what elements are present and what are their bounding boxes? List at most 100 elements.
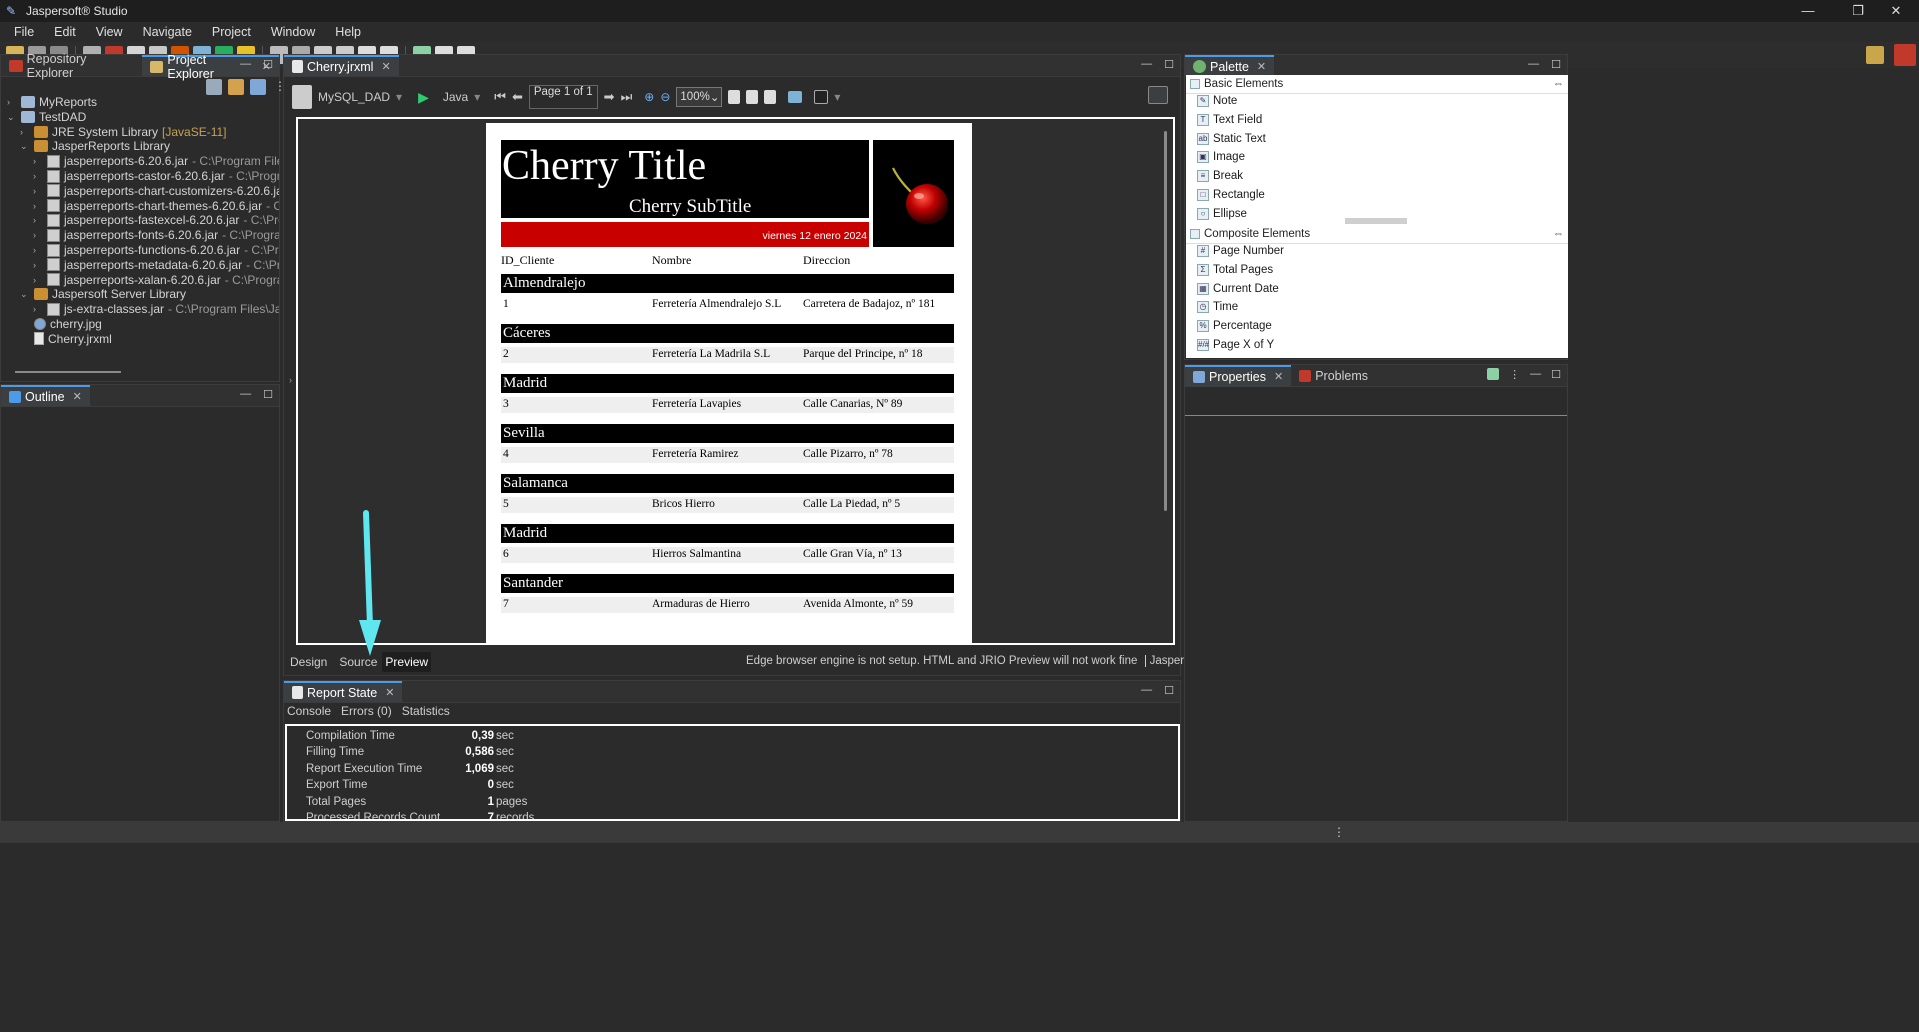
fit-page-icon[interactable] <box>728 90 741 104</box>
menu-help[interactable]: Help <box>325 25 371 39</box>
tab-preview[interactable]: Preview <box>382 652 432 672</box>
chevron-down-icon[interactable]: ▾ <box>834 90 840 104</box>
composite-elements-header[interactable]: Composite Elements ⇔ <box>1186 225 1568 244</box>
minimize-icon[interactable]: — <box>240 58 251 71</box>
palette-tab-bar: Palette ✕ — ☐ <box>1185 55 1567 77</box>
close-icon[interactable]: ✕ <box>1274 370 1283 383</box>
fit-width-icon[interactable] <box>746 90 759 104</box>
palette-item[interactable]: ✎ Note <box>1197 95 1237 107</box>
project-explorer-icon <box>149 60 164 73</box>
palette-item[interactable]: ▦ Current Date <box>1197 282 1279 295</box>
palette-item[interactable]: #/# Page X of Y <box>1197 339 1274 351</box>
collapse-icon[interactable]: ⇔ <box>1553 78 1565 90</box>
panel-toggle-icon[interactable] <box>1148 86 1168 104</box>
palette-item[interactable]: □ Rectangle <box>1197 189 1265 201</box>
stat-value: 0,586 <box>465 746 494 759</box>
annotation-arrow-icon <box>359 510 381 656</box>
cell-id: 2 <box>503 348 509 360</box>
close-icon[interactable]: ✕ <box>381 60 390 73</box>
jrxml-file-icon <box>34 332 44 346</box>
tab-report-state[interactable]: Report State ✕ <box>284 681 403 702</box>
menu-file[interactable]: File <box>4 25 44 39</box>
chevron-down-icon[interactable]: ⌄ <box>20 137 30 155</box>
cell-id: 3 <box>503 398 509 410</box>
minimize-icon[interactable]: — <box>240 388 251 401</box>
previous-page-icon[interactable]: ⬅ <box>512 89 523 105</box>
tab-properties[interactable]: Properties ✕ <box>1185 365 1292 386</box>
palette-item[interactable]: ≡ Break <box>1197 170 1243 183</box>
language-select[interactable]: Java <box>443 90 468 104</box>
minimize-icon[interactable]: — <box>1530 368 1541 381</box>
zoom-select[interactable]: 100% ⌄ <box>676 87 723 107</box>
minimize-icon[interactable]: — <box>1528 58 1539 71</box>
maximize-icon[interactable]: ☐ <box>263 388 273 401</box>
vertical-scrollbar[interactable] <box>1164 131 1167 511</box>
tab-palette[interactable]: Palette ✕ <box>1185 55 1275 76</box>
pin-icon[interactable] <box>1487 368 1500 380</box>
menu-edit[interactable]: Edit <box>44 25 86 39</box>
maximize-icon[interactable]: ☐ <box>263 58 273 71</box>
close-window-button[interactable]: ✕ <box>1873 0 1919 22</box>
tab-cherry-jrxml[interactable]: Cherry.jrxml ✕ <box>284 55 399 76</box>
tab-repository-explorer[interactable]: Repository Explorer <box>1 52 142 80</box>
palette-item[interactable]: T Text Field <box>1197 113 1262 126</box>
view-menu-icon[interactable]: ⋮ <box>1509 368 1520 381</box>
palette-item[interactable]: ◷ Time <box>1197 301 1238 314</box>
palette-item[interactable]: Σ Total Pages <box>1197 263 1273 276</box>
palette-item[interactable]: # Page Number <box>1197 245 1284 257</box>
menu-navigate[interactable]: Navigate <box>133 25 202 39</box>
datasource-select[interactable]: MySQL_DAD <box>318 90 390 104</box>
next-page-icon[interactable]: ➡ <box>604 89 615 105</box>
tab-problems[interactable]: Problems <box>1291 365 1376 386</box>
minimize-icon[interactable]: — <box>1141 58 1152 71</box>
group-header: Madrid <box>501 374 954 393</box>
collapse-icon[interactable]: ⇔ <box>1553 228 1565 240</box>
run-report-icon[interactable]: ▶ <box>418 89 429 106</box>
palette-item[interactable]: ○ Ellipse <box>1197 207 1247 220</box>
minimize-icon[interactable]: — <box>1141 684 1152 697</box>
zoom-in-icon[interactable]: ⊕ <box>644 90 654 104</box>
tab-design[interactable]: Design <box>287 652 330 672</box>
collapse-side-icon[interactable]: › <box>289 375 292 385</box>
actual-size-icon[interactable] <box>764 90 777 104</box>
close-icon[interactable]: ✕ <box>385 686 394 699</box>
menu-bar: File Edit View Navigate Project Window H… <box>0 22 1919 42</box>
export-icon[interactable] <box>788 91 803 103</box>
tree-item[interactable]: Cherry.jrxml <box>20 330 112 348</box>
chevron-down-icon[interactable]: ⌄ <box>20 285 30 303</box>
save-report-icon[interactable] <box>814 90 829 104</box>
chevron-down-icon[interactable]: ▾ <box>396 90 402 104</box>
tab-outline[interactable]: Outline ✕ <box>1 385 90 406</box>
status-menu-icon[interactable]: ⋮ <box>1333 825 1345 839</box>
close-icon[interactable]: ✕ <box>1257 60 1266 73</box>
subtab-errors[interactable]: Errors (0) <box>341 704 392 718</box>
palette-scroll-handle[interactable] <box>1345 218 1407 224</box>
jar-icon <box>47 258 60 272</box>
palette-item[interactable]: ▣ Image <box>1197 151 1245 164</box>
report-perspective-icon[interactable] <box>1894 44 1916 66</box>
open-perspective-icon[interactable] <box>1866 46 1884 64</box>
chevron-down-icon[interactable]: ▾ <box>474 90 480 104</box>
menu-project[interactable]: Project <box>202 25 261 39</box>
menu-view[interactable]: View <box>86 25 133 39</box>
first-page-icon[interactable]: ⏮ <box>494 89 506 105</box>
maximize-icon[interactable]: ☐ <box>1164 58 1174 71</box>
datasource-icon[interactable] <box>292 85 312 109</box>
chevron-down-icon[interactable]: ⌄ <box>7 108 17 126</box>
rectangle-icon: □ <box>1197 189 1209 201</box>
zoom-out-icon[interactable]: ⊖ <box>660 90 670 104</box>
palette-item[interactable]: % Percentage <box>1197 320 1272 333</box>
menu-window[interactable]: Window <box>261 25 325 39</box>
maximize-icon[interactable]: ☐ <box>1551 58 1561 71</box>
maximize-icon[interactable]: ☐ <box>1551 368 1561 381</box>
subtab-statistics[interactable]: Statistics <box>402 704 450 718</box>
close-icon[interactable]: ✕ <box>73 390 82 403</box>
minimize-window-button[interactable]: — <box>1785 0 1831 22</box>
basic-elements-header[interactable]: Basic Elements ⇔ <box>1186 75 1568 94</box>
palette-item[interactable]: ab Static Text <box>1197 132 1266 145</box>
maximize-icon[interactable]: ☐ <box>1164 684 1174 697</box>
page-indicator-input[interactable]: Page 1 of 1 <box>528 85 598 109</box>
subtab-console[interactable]: Console <box>287 704 331 718</box>
horizontal-scrollbar[interactable] <box>15 371 121 373</box>
last-page-icon[interactable]: ⏭ <box>621 89 633 105</box>
